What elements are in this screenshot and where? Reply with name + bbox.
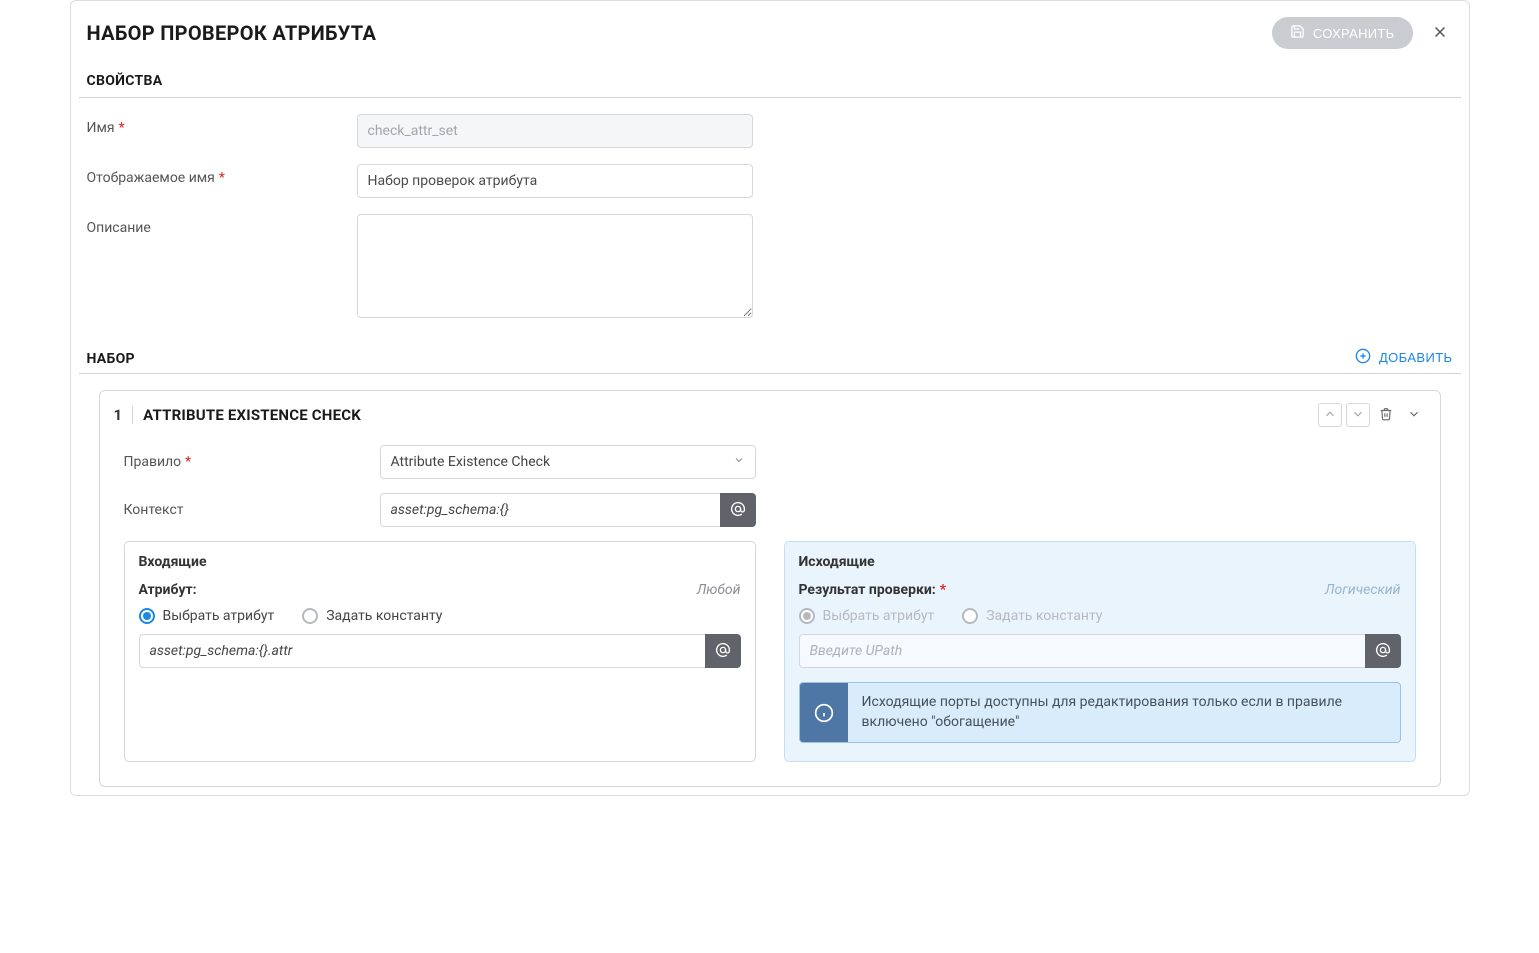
outgoing-value-input — [799, 634, 1365, 668]
plus-circle-icon — [1355, 348, 1371, 367]
close-icon — [1431, 23, 1449, 44]
at-icon — [729, 500, 747, 521]
move-down-button[interactable] — [1346, 403, 1370, 427]
info-icon — [800, 683, 848, 742]
outgoing-info-text: Исходящие порты доступны для редактирова… — [848, 683, 1400, 742]
radio-icon — [139, 608, 155, 624]
rule-index: 1 — [114, 406, 134, 424]
add-label: ДОБАВИТЬ — [1379, 350, 1453, 365]
section-set-label: НАБОР — [87, 351, 135, 367]
radio-icon — [799, 608, 815, 624]
incoming-radio-select[interactable]: Выбрать атрибут — [139, 608, 275, 624]
outgoing-attr-label: Результат проверки:* — [799, 582, 947, 598]
collapse-button[interactable] — [1402, 403, 1426, 427]
close-button[interactable] — [1427, 19, 1453, 48]
trash-icon — [1379, 407, 1393, 424]
outgoing-title: Исходящие — [799, 554, 1401, 570]
radio-icon — [302, 608, 318, 624]
outgoing-port-box: Исходящие Результат проверки:* Логически… — [784, 541, 1416, 762]
delete-button[interactable] — [1374, 403, 1398, 427]
move-up-button[interactable] — [1318, 403, 1342, 427]
display-name-label: Отображаемое имя* — [87, 164, 357, 186]
name-label: Имя* — [87, 114, 357, 136]
outgoing-type-label: Логический — [1325, 582, 1401, 598]
save-label: СОХРАНИТЬ — [1313, 26, 1395, 41]
outgoing-info-box: Исходящие порты доступны для редактирова… — [799, 682, 1401, 743]
rule-select-value: Attribute Existence Check — [391, 454, 551, 470]
page-header: НАБОР ПРОВЕРОК АТРИБУТА СОХРАНИТЬ — [79, 9, 1461, 65]
page-title: НАБОР ПРОВЕРОК АТРИБУТА — [87, 21, 377, 45]
chevron-up-icon — [1323, 407, 1337, 424]
incoming-attr-label: Атрибут: — [139, 582, 197, 598]
name-input — [357, 114, 753, 148]
context-input[interactable] — [380, 493, 720, 527]
incoming-picker-button[interactable] — [705, 634, 741, 668]
chevron-down-icon — [733, 454, 745, 470]
context-picker-button[interactable] — [720, 493, 756, 527]
rule-field-label: Правило* — [124, 454, 380, 470]
section-properties-label: СВОЙСТВА — [79, 65, 1461, 98]
outgoing-picker-button — [1365, 634, 1401, 668]
save-button[interactable]: СОХРАНИТЬ — [1272, 17, 1413, 49]
rule-title: ATTRIBUTE EXISTENCE CHECK — [133, 406, 1317, 424]
at-icon — [714, 641, 732, 662]
chevron-down-icon — [1351, 407, 1365, 424]
radio-icon — [962, 608, 978, 624]
rule-select[interactable]: Attribute Existence Check — [380, 445, 756, 479]
description-label: Описание — [87, 214, 357, 236]
outgoing-radio-select: Выбрать атрибут — [799, 608, 935, 624]
incoming-type-label: Любой — [697, 582, 741, 598]
chevron-down-icon — [1407, 407, 1421, 424]
context-label: Контекст — [124, 502, 380, 518]
save-icon — [1290, 24, 1305, 42]
display-name-input[interactable] — [357, 164, 753, 198]
rule-card: 1 ATTRIBUTE EXISTENCE CHECK — [99, 390, 1441, 787]
outgoing-radio-const: Задать константу — [962, 608, 1102, 624]
add-button[interactable]: ДОБАВИТЬ — [1355, 348, 1453, 367]
incoming-radio-const[interactable]: Задать константу — [302, 608, 442, 624]
incoming-title: Входящие — [139, 554, 741, 570]
description-textarea[interactable] — [357, 214, 753, 318]
incoming-port-box: Входящие Атрибут: Любой Выбрать атрибут … — [124, 541, 756, 762]
incoming-value-input[interactable] — [139, 634, 705, 668]
at-icon — [1374, 641, 1392, 662]
